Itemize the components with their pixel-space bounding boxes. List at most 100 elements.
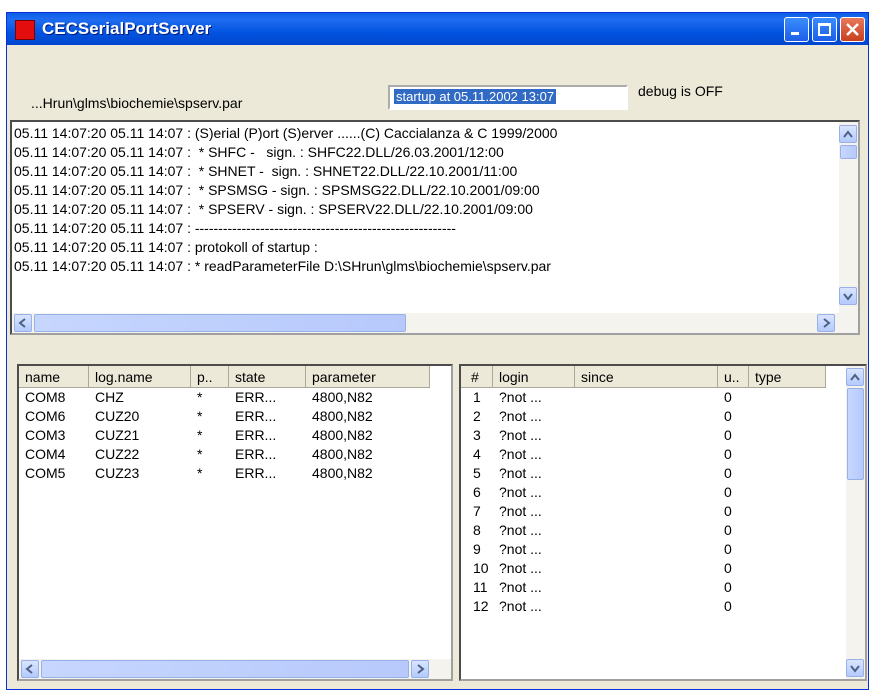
maximize-button[interactable] (812, 17, 837, 42)
table-row[interactable]: 10 ?not ... 0 (461, 560, 845, 579)
table-row[interactable]: 9 ?not ... 0 (461, 541, 845, 560)
log-line: 05.11 14:07:20 05.11 14:07 : * readParam… (14, 258, 551, 274)
column-header-1[interactable]: login (493, 366, 575, 388)
maximize-icon (818, 23, 831, 36)
table-cell: ?not ... (499, 522, 542, 538)
minimize-button[interactable] (784, 17, 809, 42)
table-cell: 1 (473, 389, 481, 405)
log-lines: 05.11 14:07:20 05.11 14:07 : (S)erial (P… (14, 124, 824, 276)
table-cell: CUZ21 (95, 427, 140, 443)
ports-table[interactable]: name log.name p.. state parameter COM8 CHZ * ER… (17, 364, 453, 681)
table-cell: 0 (724, 598, 732, 614)
table-row[interactable]: 12 ?not ... 0 (461, 598, 845, 617)
table-row[interactable]: 4 ?not ... 0 (461, 446, 845, 465)
scroll-left-button[interactable] (14, 314, 32, 332)
table-cell: 0 (724, 560, 732, 576)
table-cell: 0 (724, 389, 732, 405)
table-cell: 4800,N82 (312, 465, 373, 481)
table-row[interactable]: 6 ?not ... 0 (461, 484, 845, 503)
table-cell: ?not ... (499, 408, 542, 424)
scroll-right-button[interactable] (817, 314, 835, 332)
ports-hscroll-thumb[interactable] (41, 660, 409, 678)
log-vscroll-thumb[interactable] (840, 145, 857, 159)
table-cell: 6 (473, 484, 481, 500)
table-cell: 8 (473, 522, 481, 538)
sessions-scroll-down-button[interactable] (846, 659, 864, 677)
table-row[interactable]: 2 ?not ... 0 (461, 408, 845, 427)
column-header-2[interactable]: p.. (191, 366, 229, 388)
table-cell: 0 (724, 484, 732, 500)
table-cell: COM3 (25, 427, 66, 443)
table-row[interactable]: COM4 CUZ22 * ERR... 4800,N82 (19, 446, 451, 465)
table-cell: * (197, 389, 203, 405)
log-line: 05.11 14:07:20 05.11 14:07 : * SPSERV - … (14, 201, 533, 217)
log-hscroll-thumb[interactable] (34, 314, 406, 332)
window-title: CECSerialPortServer (42, 19, 212, 38)
chevron-up-icon (843, 130, 853, 138)
column-header-4[interactable]: parameter (306, 366, 430, 388)
table-cell: ?not ... (499, 427, 542, 443)
table-cell: CUZ20 (95, 408, 140, 424)
table-cell: 9 (473, 541, 481, 557)
table-cell: ?not ... (499, 560, 542, 576)
table-cell: ?not ... (499, 598, 542, 614)
ports-scroll-right-button[interactable] (411, 660, 429, 678)
column-header-1[interactable]: log.name (89, 366, 191, 388)
table-cell: ERR... (235, 389, 277, 405)
table-cell: 4800,N82 (312, 389, 373, 405)
column-header-0[interactable]: # (461, 366, 493, 388)
sessions-vertical-scrollbar[interactable] (846, 366, 865, 679)
table-row[interactable]: 3 ?not ... 0 (461, 427, 845, 446)
close-icon (846, 23, 859, 36)
chevron-right-icon (417, 664, 425, 674)
scroll-down-button[interactable] (839, 287, 857, 305)
table-row[interactable]: COM5 CUZ23 * ERR... 4800,N82 (19, 465, 451, 484)
startup-field[interactable]: startup at 05.11.2002 13:07 (388, 85, 628, 110)
table-cell: 11 (473, 579, 488, 595)
ports-horizontal-scrollbar[interactable] (19, 659, 451, 679)
table-row[interactable]: COM8 CHZ * ERR... 4800,N82 (19, 389, 451, 408)
table-cell: 0 (724, 408, 732, 424)
table-cell: * (197, 408, 203, 424)
scroll-up-button[interactable] (839, 125, 857, 143)
table-row[interactable]: COM3 CUZ21 * ERR... 4800,N82 (19, 427, 451, 446)
table-row[interactable]: 1 ?not ... 0 (461, 389, 845, 408)
column-header-3[interactable]: u.. (718, 366, 749, 388)
table-row[interactable]: 11 ?not ... 0 (461, 579, 845, 598)
table-row[interactable]: 7 ?not ... 0 (461, 503, 845, 522)
ports-scroll-left-button[interactable] (21, 660, 39, 678)
sessions-table[interactable]: # login since u.. type 1 ?not ... 0 2 ?not ... 0 3… (459, 364, 867, 681)
column-header-3[interactable]: state (229, 366, 306, 388)
table-cell: 2 (473, 408, 481, 424)
table-cell: CHZ (95, 389, 124, 405)
table-cell: 10 (473, 560, 489, 576)
table-cell: 7 (473, 503, 481, 519)
table-cell: 0 (724, 541, 732, 557)
table-cell: ?not ... (499, 503, 542, 519)
table-row[interactable]: 5 ?not ... 0 (461, 465, 845, 484)
log-horizontal-scrollbar[interactable] (12, 313, 858, 333)
log-panel[interactable]: 05.11 14:07:20 05.11 14:07 : (S)erial (P… (10, 120, 860, 335)
table-row[interactable]: COM6 CUZ20 * ERR... 4800,N82 (19, 408, 451, 427)
minimize-icon (791, 32, 799, 35)
table-cell: 12 (473, 598, 489, 614)
column-header-4[interactable]: type (749, 366, 826, 388)
main-window: CECSerialPortServer ...Hrun\glms\biochem… (6, 12, 869, 690)
sessions-vscroll-thumb[interactable] (847, 388, 864, 480)
table-cell: 3 (473, 427, 481, 443)
title-bar[interactable]: CECSerialPortServer (7, 13, 868, 45)
table-cell: 4 (473, 446, 481, 462)
chevron-down-icon (843, 293, 853, 301)
chevron-up-icon (850, 373, 860, 381)
sessions-scroll-up-button[interactable] (846, 368, 864, 386)
table-row[interactable]: 8 ?not ... 0 (461, 522, 845, 541)
column-header-0[interactable]: name (19, 366, 89, 388)
close-button[interactable] (840, 17, 865, 42)
table-cell: ERR... (235, 408, 277, 424)
log-line: 05.11 14:07:20 05.11 14:07 : * SPSMSG - … (14, 182, 540, 198)
table-cell: 4800,N82 (312, 427, 373, 443)
log-vertical-scrollbar[interactable] (839, 122, 858, 313)
table-cell: ERR... (235, 446, 277, 462)
column-header-2[interactable]: since (575, 366, 718, 388)
chevron-down-icon (850, 665, 860, 673)
